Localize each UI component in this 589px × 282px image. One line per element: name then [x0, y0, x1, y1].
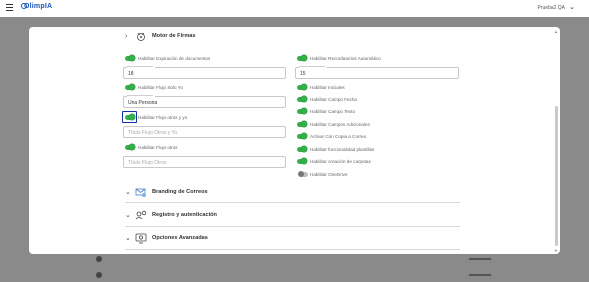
section-motor-title: Motor de Firmas	[152, 33, 196, 39]
scrollbar-thumb[interactable]	[555, 106, 558, 246]
section-branding-title: Branding de Correos	[152, 189, 208, 195]
label-campo-texto: Habilitar Campo Texto	[310, 109, 356, 114]
label-otros: Habilitar Flujo otros	[138, 145, 178, 150]
label-solo-yo: Habilitar Flujo Solo Yo	[138, 85, 183, 90]
label-expiracion: Habilitar Expiración de documentos	[138, 56, 211, 61]
recordatorios-days-value: 15	[300, 71, 306, 77]
chevron-down-icon[interactable]: ⌄	[125, 211, 133, 219]
toggle-copia-correo[interactable]	[297, 133, 307, 139]
app-header: OlimpIA Prueba2 QA ⌄	[0, 0, 589, 17]
toggle-campos-adicionales[interactable]	[297, 121, 307, 127]
label-otros-y-yo: Habilitar Flujo otros y yo	[138, 115, 188, 120]
user-name[interactable]: Prueba2 QA	[537, 5, 565, 11]
toggle-recordatorios[interactable]	[297, 55, 307, 61]
registration-auth-icon	[135, 210, 147, 220]
toggle-carpetas[interactable]	[297, 158, 307, 164]
section-divider	[125, 202, 460, 203]
label-recordatorios: Habilitar Recordatorios Automático	[310, 56, 381, 61]
signature-engine-icon	[137, 32, 145, 41]
background-row	[96, 272, 491, 278]
section-branding-header[interactable]: ⌄ Branding de Correos	[125, 184, 208, 200]
section-registro-header[interactable]: ⌄ Registro y autenticación	[125, 207, 217, 223]
expiracion-days-value: 18	[128, 71, 134, 77]
section-motor-header[interactable]: › Motor de Firmas	[125, 28, 196, 44]
label-campos-adicionales: Habilitar Campos Adicionales	[310, 122, 370, 127]
otros-y-yo-title-field[interactable]: Título Flujo Otros y Yo	[123, 126, 286, 138]
section-opciones-header[interactable]: ⌄ Opciones Avanzadas	[125, 230, 208, 246]
logo-text: OlimpIA	[24, 3, 53, 10]
chevron-down-icon[interactable]: ⌄	[125, 188, 133, 196]
toggle-iniciales[interactable]	[297, 84, 307, 90]
otros-placeholder: Título Flujo Otros	[128, 160, 167, 166]
settings-modal: › Motor de Firmas Habilitar Expiración d…	[29, 27, 560, 254]
toggle-campo-fecha[interactable]	[297, 96, 307, 102]
background-row	[96, 256, 491, 262]
recordatorios-days-field[interactable]: 15	[295, 65, 459, 79]
chevron-right-icon[interactable]: ›	[125, 33, 133, 40]
email-branding-icon	[135, 188, 146, 197]
solo-yo-title-field[interactable]: Una Persona	[123, 94, 286, 108]
hamburger-icon[interactable]	[6, 4, 13, 12]
toggle-expiracion[interactable]	[125, 55, 135, 61]
toggle-solo-yo[interactable]	[125, 84, 135, 90]
app-logo[interactable]: OlimpIA	[21, 3, 52, 10]
toggle-campo-texto[interactable]	[297, 108, 307, 114]
expiracion-days-field[interactable]: 18	[123, 65, 286, 79]
toggle-onedrive[interactable]	[298, 171, 308, 177]
label-onedrive: Habilitar OneDrive	[310, 172, 348, 177]
scroll-down-arrow-icon[interactable]: ▼	[554, 248, 558, 253]
label-plantillas: Habilitar funcionalidad plantillas	[310, 147, 375, 152]
label-campo-fecha: Habilitar Campo Fecha	[310, 97, 357, 102]
focus-highlight	[122, 111, 137, 123]
chevron-down-icon[interactable]: ⌄	[125, 234, 133, 242]
scroll-up-arrow-icon[interactable]: ▲	[554, 29, 558, 34]
toggle-plantillas[interactable]	[297, 146, 307, 152]
otros-title-field[interactable]: Título Flujo Otros	[123, 156, 286, 168]
label-carpetas: Habilitar creación de carpetas	[310, 159, 371, 164]
advanced-options-icon	[135, 233, 147, 244]
section-opciones-title: Opciones Avanzadas	[152, 235, 208, 241]
label-copia-correo: Activar Con Copia a Correo	[310, 134, 367, 139]
toggle-otros[interactable]	[125, 144, 135, 150]
otros-y-yo-placeholder: Título Flujo Otros y Yo	[128, 130, 178, 136]
section-divider	[125, 249, 460, 250]
section-registro-title: Registro y autenticación	[152, 212, 217, 218]
chevron-down-icon[interactable]: ⌄	[569, 3, 575, 11]
section-divider	[125, 226, 460, 227]
solo-yo-title-value: Una Persona	[128, 100, 158, 106]
label-iniciales: Habilitar Iniciales	[310, 85, 345, 90]
